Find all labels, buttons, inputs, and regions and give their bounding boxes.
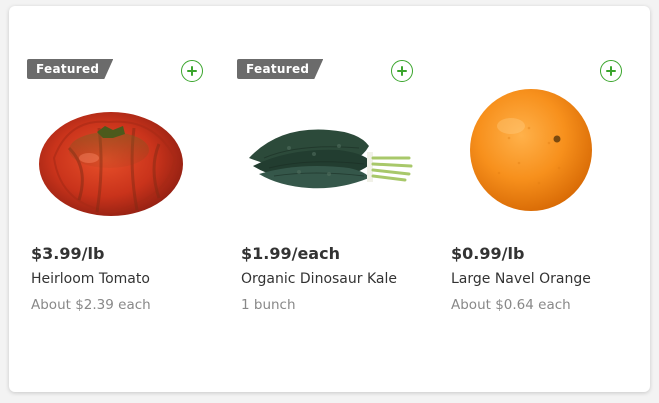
product-price: $0.99/lb <box>451 244 525 263</box>
orange-image[interactable] <box>429 88 629 228</box>
product-unit-info: 1 bunch <box>241 297 296 313</box>
product-name[interactable]: Heirloom Tomato <box>31 271 150 287</box>
product-name[interactable]: Large Navel Orange <box>451 271 591 287</box>
product-carousel-card: Featured $3.99/lb Heirloom Tomato About … <box>9 6 650 392</box>
add-to-cart-button[interactable] <box>600 60 622 82</box>
add-to-cart-button[interactable] <box>391 60 413 82</box>
product-price: $3.99/lb <box>31 244 105 263</box>
product-tile-dinosaur-kale[interactable]: Featured $1.99/each Organic Dinosaur Kal… <box>219 6 419 392</box>
product-price: $1.99/each <box>241 244 340 263</box>
kale-image[interactable] <box>219 88 419 228</box>
featured-badge: Featured <box>27 59 113 79</box>
tomato-image[interactable] <box>9 88 209 228</box>
product-unit-info: About $0.64 each <box>451 297 571 313</box>
product-unit-info: About $2.39 each <box>31 297 151 313</box>
product-name[interactable]: Organic Dinosaur Kale <box>241 271 397 287</box>
product-tile-heirloom-tomato[interactable]: Featured $3.99/lb Heirloom Tomato About … <box>9 6 209 392</box>
product-tile-navel-orange[interactable]: $0.99/lb Large Navel Orange About $0.64 … <box>429 6 629 392</box>
add-to-cart-button[interactable] <box>181 60 203 82</box>
featured-badge: Featured <box>237 59 323 79</box>
